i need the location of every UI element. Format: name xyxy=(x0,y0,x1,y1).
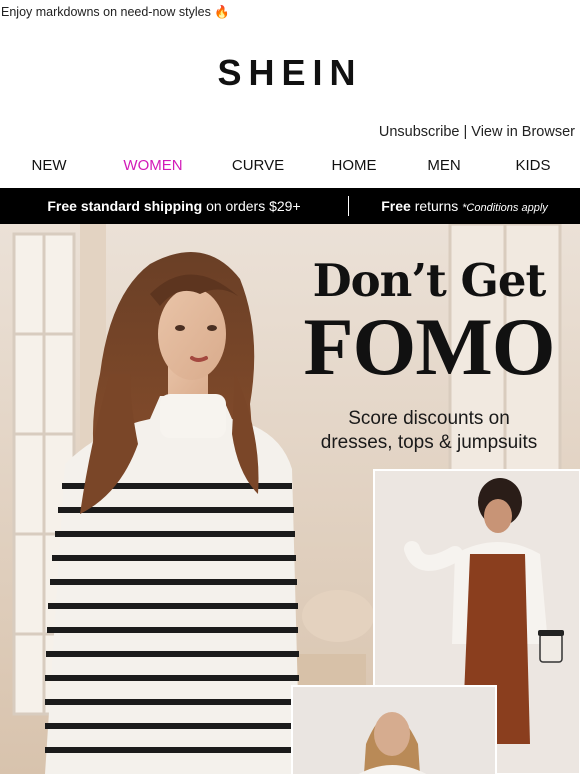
preheader-text: Enjoy markdowns on need-now styles 🔥 xyxy=(1,5,230,19)
hero-title-line2: FOMO xyxy=(303,301,555,392)
conditions-note: *Conditions apply xyxy=(462,202,548,214)
nav-item-curve[interactable]: CURVE xyxy=(232,157,284,174)
view-in-browser-link[interactable]: View in Browser xyxy=(471,124,575,140)
utility-links: Unsubscribe | View in Browser xyxy=(379,124,575,140)
unsubscribe-link[interactable]: Unsubscribe xyxy=(379,124,460,140)
free-shipping-condition: on orders $29+ xyxy=(206,198,301,214)
shipping-banner[interactable]: Free standard shipping on orders $29+ Fr… xyxy=(0,188,580,224)
hero-banner[interactable]: Don’t Get FOMO Score discounts on dresse… xyxy=(0,224,580,774)
category-nav: NEW WOMEN CURVE HOME MEN KIDS xyxy=(0,157,580,177)
hero-subtitle: Score discounts on dresses, tops & jumps… xyxy=(300,407,558,455)
free-returns-bold: Free xyxy=(381,198,411,214)
hero-subtitle-line1: Score discounts on xyxy=(348,408,510,429)
hero-subtitle-line2: dresses, tops & jumpsuits xyxy=(320,432,538,453)
shein-logo[interactable]: SHEIN xyxy=(0,52,580,94)
hero-title-line1: Don’t Get xyxy=(312,254,547,307)
free-shipping-text: Free standard shipping on orders $29+ xyxy=(0,198,348,214)
nav-item-home[interactable]: HOME xyxy=(332,157,377,174)
nav-item-new[interactable]: NEW xyxy=(32,157,67,174)
nav-item-men[interactable]: MEN xyxy=(427,157,460,174)
free-returns-label: returns xyxy=(414,198,459,214)
free-returns-text: Free returns *Conditions apply xyxy=(349,198,580,214)
nav-item-women[interactable]: WOMEN xyxy=(123,157,182,174)
nav-item-kids[interactable]: KIDS xyxy=(515,157,550,174)
free-shipping-bold: Free standard shipping xyxy=(47,198,203,214)
link-separator: | xyxy=(463,124,468,140)
